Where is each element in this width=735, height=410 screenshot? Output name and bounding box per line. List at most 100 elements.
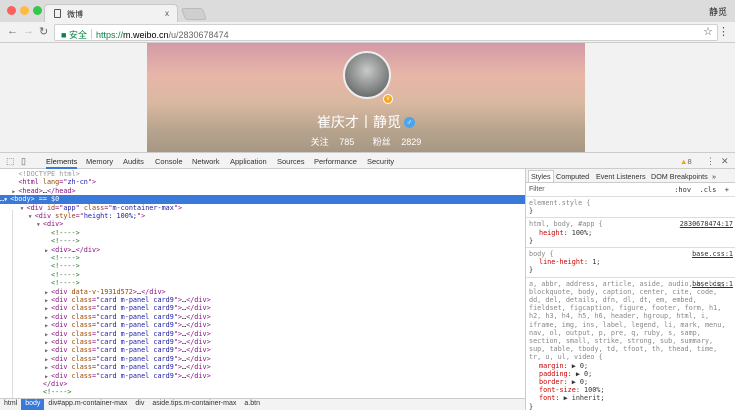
- dom-node-line[interactable]: ▶ <div class="card m-panel card9">…</div…: [0, 313, 525, 321]
- hov-toggle[interactable]: :hov: [674, 186, 691, 194]
- dom-node-line[interactable]: <!---->: [0, 237, 525, 245]
- rule-selector[interactable]: a, abbr, address, article, aside, audio,…: [529, 280, 732, 362]
- close-window-button[interactable]: [7, 6, 16, 15]
- inspect-element-icon[interactable]: ⬚: [6, 156, 15, 167]
- dom-node-line[interactable]: ▶ <div class="card m-panel card9">…</div…: [0, 330, 525, 338]
- followers-stat[interactable]: 粉丝 2829: [369, 137, 426, 147]
- breadcrumb-item[interactable]: div: [131, 399, 148, 410]
- property-value[interactable]: 100%;: [584, 386, 604, 394]
- dom-node-line[interactable]: <html lang="zh-cn">: [0, 178, 525, 186]
- property-name[interactable]: font-size: [539, 386, 576, 394]
- dom-node-line[interactable]: <!---->: [0, 262, 525, 270]
- dom-node-line[interactable]: ▶ <div class="card m-panel card9">…</div…: [0, 296, 525, 304]
- sidebar-tab-styles[interactable]: Styles: [528, 170, 554, 183]
- devtools-close-icon[interactable]: ✕: [721, 156, 729, 167]
- dom-node-line[interactable]: <!---->: [0, 229, 525, 237]
- rule-selector[interactable]: element.style {: [529, 199, 732, 207]
- dom-node-line[interactable]: ▶ <div>…</div>: [0, 246, 525, 254]
- property-value[interactable]: 1;: [592, 258, 600, 266]
- following-stat[interactable]: 关注 785: [307, 137, 359, 147]
- dom-node-line[interactable]: ▶ <div class="card m-panel card9">…</div…: [0, 363, 525, 371]
- star-icon[interactable]: ☆: [703, 25, 713, 38]
- property-value[interactable]: ▶ 0;: [572, 378, 588, 386]
- new-tab-button[interactable]: [180, 8, 208, 20]
- css-property[interactable]: border: ▶ 0;: [529, 378, 732, 386]
- css-property[interactable]: padding: ▶ 0;: [529, 370, 732, 378]
- tab-console[interactable]: Console: [155, 157, 183, 166]
- property-name[interactable]: border: [539, 378, 564, 386]
- rule-source-link[interactable]: 2830678474:17: [680, 220, 733, 228]
- forward-arrow-icon[interactable]: →: [23, 25, 34, 37]
- dom-node-line[interactable]: ▶ <head>…</head>: [0, 187, 525, 195]
- cls-toggle[interactable]: .cls: [699, 186, 716, 194]
- breadcrumb-item[interactable]: body: [21, 399, 45, 410]
- property-name[interactable]: padding: [539, 370, 568, 378]
- profile-name[interactable]: 静觅: [709, 5, 727, 18]
- tab-performance[interactable]: Performance: [314, 157, 357, 166]
- dom-node-line[interactable]: <!---->: [0, 254, 525, 262]
- tab-close-icon[interactable]: x: [165, 9, 169, 18]
- dom-node-line[interactable]: …▼ <body> == $0: [0, 195, 525, 204]
- dom-node-line[interactable]: ▶ <div class="card m-panel card9">…</div…: [0, 338, 525, 346]
- property-name[interactable]: height: [539, 229, 564, 237]
- sidebar-tab-event-listeners[interactable]: Event Listeners: [596, 172, 646, 181]
- rule-source-link[interactable]: base.css:1: [692, 280, 733, 288]
- tab-memory[interactable]: Memory: [86, 157, 113, 166]
- css-property[interactable]: line-height: 1;: [529, 258, 732, 266]
- dom-node-line[interactable]: <!---->: [0, 388, 525, 396]
- maximize-window-button[interactable]: [33, 6, 42, 15]
- dom-node-line[interactable]: ▶ <div class="card m-panel card9">…</div…: [0, 346, 525, 354]
- breadcrumb-item[interactable]: html: [0, 399, 21, 410]
- property-name[interactable]: line-height: [539, 258, 584, 266]
- url-input[interactable]: ■ 安全 https://m.weibo.cn/u/2830678474: [54, 24, 718, 41]
- kebab-menu-icon[interactable]: ⋮: [718, 25, 729, 38]
- css-property[interactable]: margin: ▶ 0;: [529, 362, 732, 370]
- property-name[interactable]: font: [539, 394, 555, 402]
- tab-application[interactable]: Application: [230, 157, 267, 166]
- page-viewport: v 崔庆才丨静觅 ♂ 关注 785 粉丝 2829: [0, 43, 735, 152]
- avatar[interactable]: [343, 51, 391, 99]
- dom-node-line[interactable]: ▶ <div class="card m-panel card9">…</div…: [0, 321, 525, 329]
- warnings-badge[interactable]: ▲8: [680, 157, 692, 166]
- minimize-window-button[interactable]: [20, 6, 29, 15]
- tab-network[interactable]: Network: [192, 157, 220, 166]
- breadcrumb-item[interactable]: a.btn: [240, 399, 264, 410]
- dom-node-line[interactable]: ▶ <div class="card m-panel card9">…</div…: [0, 304, 525, 312]
- dom-node-line[interactable]: ▶ <div class="card m-panel card9">…</div…: [0, 372, 525, 380]
- property-value[interactable]: ▶ 0;: [576, 370, 592, 378]
- property-name[interactable]: margin: [539, 362, 564, 370]
- property-value[interactable]: 100%;: [572, 229, 592, 237]
- new-rule-button[interactable]: +: [725, 186, 729, 194]
- css-property[interactable]: font: ▶ inherit;: [529, 394, 732, 402]
- devtools-menu-icon[interactable]: ⋮: [706, 156, 715, 167]
- tab-elements[interactable]: Elements: [46, 157, 78, 169]
- property-value[interactable]: ▶ 0;: [572, 362, 588, 370]
- dom-node-line[interactable]: <!DOCTYPE html>: [0, 170, 525, 178]
- rule-source-link[interactable]: base.css:1: [692, 250, 733, 258]
- dom-node-line[interactable]: <!---->: [0, 271, 525, 279]
- dom-node-line[interactable]: ▼ <div style="height: 100%;">: [0, 212, 525, 220]
- styles-filter: Filter :hov .cls +: [526, 183, 735, 197]
- reload-icon[interactable]: ↻: [39, 25, 48, 38]
- dom-node-line[interactable]: </div>: [0, 380, 525, 388]
- sidebar-tab-computed[interactable]: Computed: [556, 172, 589, 181]
- device-toggle-icon[interactable]: ▯: [21, 156, 26, 167]
- css-property[interactable]: height: 100%;: [529, 229, 732, 237]
- dom-node-line[interactable]: ▶ <div data-v-1931d572>…</div>: [0, 288, 525, 296]
- breadcrumb-item[interactable]: div#app.m-container-max: [44, 399, 131, 410]
- dom-node-line[interactable]: <!---->: [0, 279, 525, 287]
- property-value[interactable]: ▶ inherit;: [564, 394, 605, 402]
- breadcrumb-item[interactable]: aside.tips.m-container-max: [148, 399, 240, 410]
- sidebar-tab-dom-breakpoints[interactable]: DOM Breakpoints: [651, 172, 708, 181]
- tab-audits[interactable]: Audits: [123, 157, 144, 166]
- tab-security[interactable]: Security: [367, 157, 394, 166]
- tab-sources[interactable]: Sources: [277, 157, 305, 166]
- filter-input[interactable]: Filter: [529, 186, 545, 193]
- browser-tab[interactable]: 微博 x: [44, 4, 178, 23]
- dom-node-line[interactable]: ▼ <div id="app" class="m-container-max">: [0, 204, 525, 212]
- back-arrow-icon[interactable]: ←: [7, 25, 18, 37]
- dom-node-line[interactable]: ▼ <div>: [0, 220, 525, 228]
- sidebar-tab-more[interactable]: »: [712, 172, 716, 181]
- dom-node-line[interactable]: ▶ <div class="card m-panel card9">…</div…: [0, 355, 525, 363]
- css-property[interactable]: font-size: 100%;: [529, 386, 732, 394]
